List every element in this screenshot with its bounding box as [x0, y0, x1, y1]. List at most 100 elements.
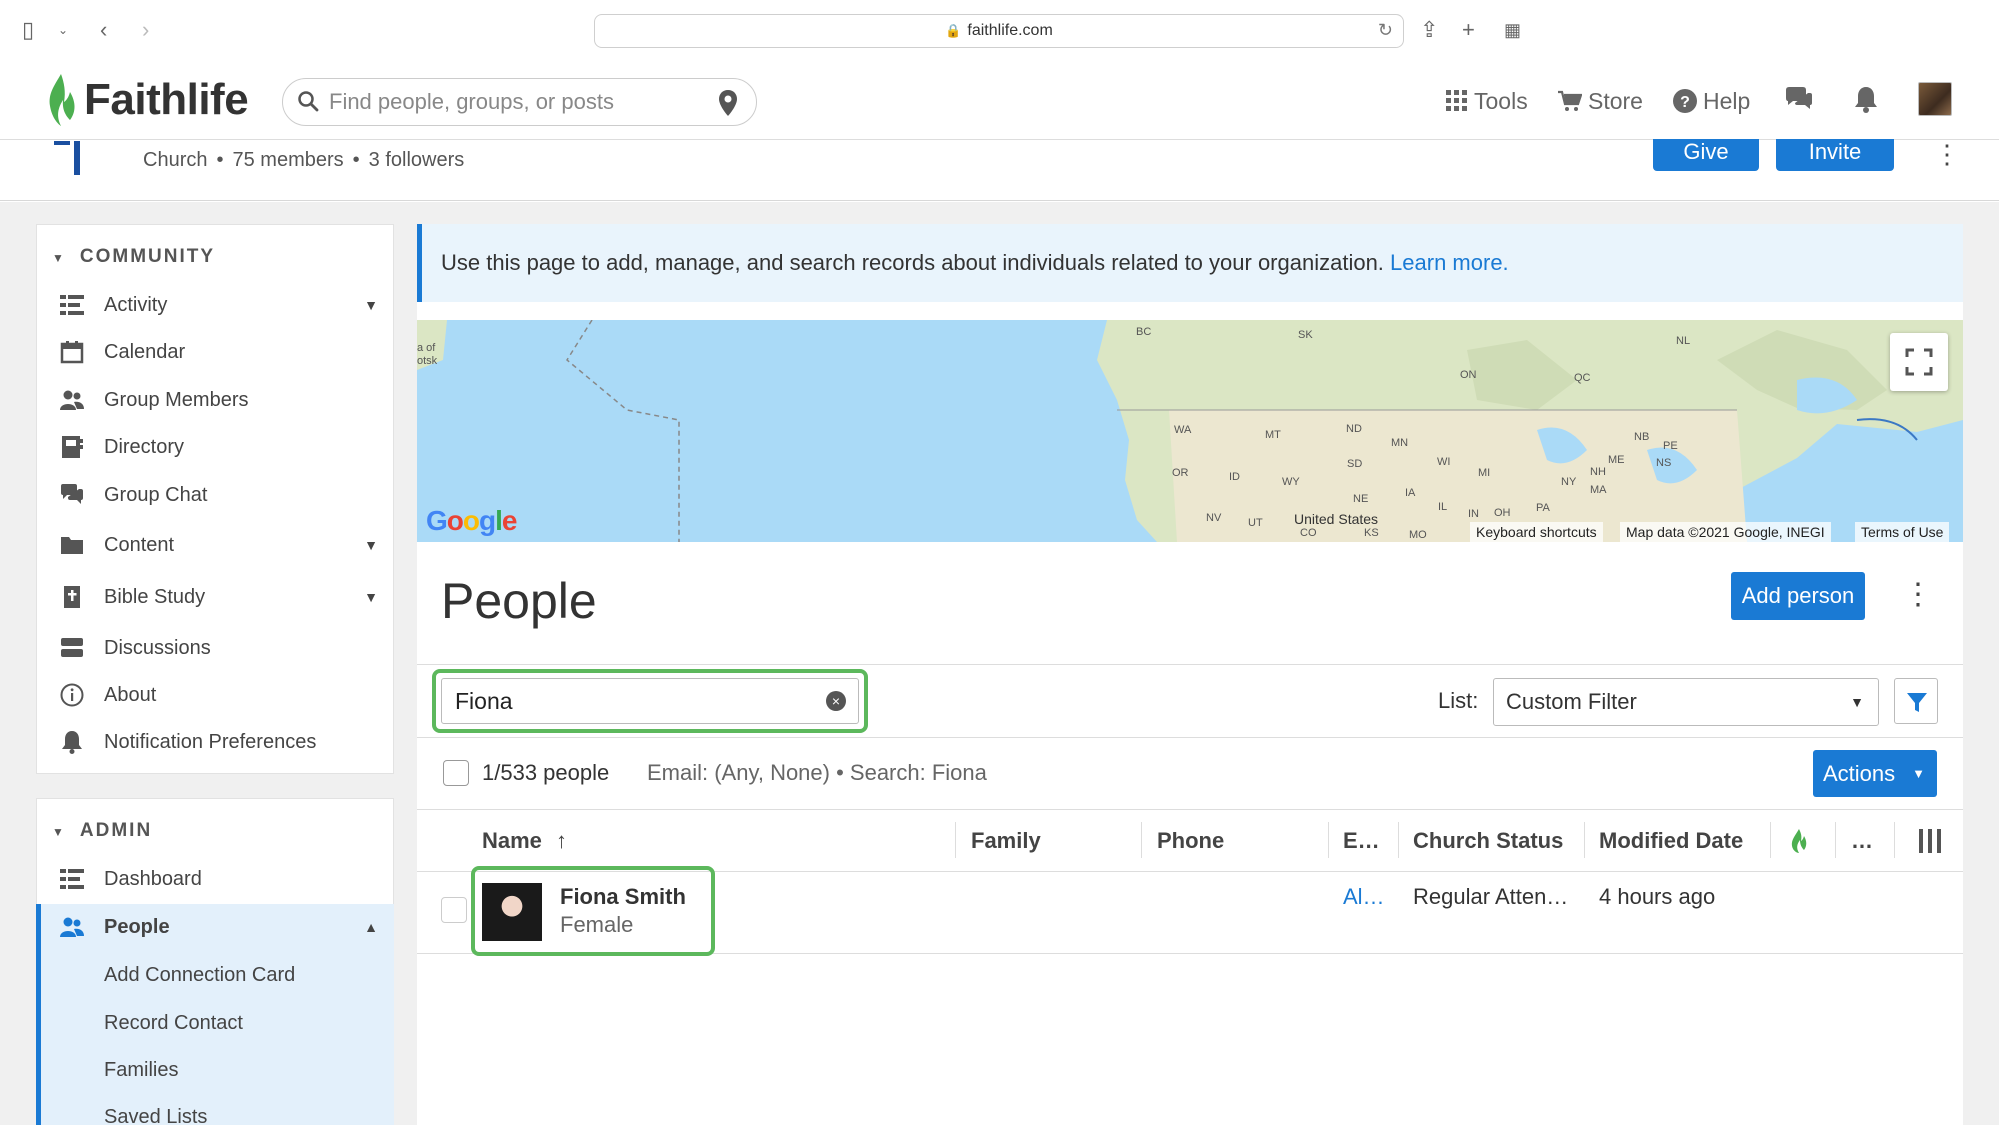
people-icon — [60, 917, 84, 937]
keyboard-shortcuts-link[interactable]: Keyboard shortcuts — [1470, 522, 1603, 542]
map-label: CO — [1300, 527, 1317, 539]
clear-search-icon[interactable]: × — [826, 691, 846, 711]
sidebar-item-dashboard[interactable]: Dashboard — [36, 856, 394, 902]
select-all-checkbox[interactable] — [443, 760, 469, 786]
sidebar-item-label: People — [104, 915, 170, 938]
column-settings-icon[interactable] — [1918, 828, 1942, 854]
global-search[interactable] — [282, 78, 757, 126]
sidebar-item-content[interactable]: Content ▼ — [36, 522, 394, 568]
sidebar-item-bible-study[interactable]: Bible Study ▼ — [36, 574, 394, 620]
reload-icon[interactable]: ↻ — [1378, 15, 1393, 46]
faithlife-logo[interactable]: Faithlife — [44, 70, 249, 130]
chat-icon[interactable] — [1784, 86, 1814, 112]
column-header-more[interactable]: … — [1851, 828, 1873, 854]
submenu-record-contact[interactable]: Record Contact — [104, 1012, 243, 1035]
sidebar-toggle-icon[interactable]: ▯ — [22, 16, 34, 44]
column-header-email[interactable]: E… — [1343, 828, 1380, 854]
bible-icon — [64, 586, 80, 608]
map-label: ND — [1346, 423, 1362, 435]
tab-overview-icon[interactable]: ▦ — [1504, 16, 1521, 44]
row-checkbox[interactable] — [441, 897, 467, 923]
faithlife-flame-icon[interactable] — [1789, 828, 1809, 854]
user-avatar[interactable] — [1918, 82, 1952, 116]
invite-button[interactable]: Invite — [1776, 139, 1894, 171]
chevron-down-icon[interactable]: ▼ — [364, 537, 378, 553]
column-divider[interactable] — [1770, 822, 1771, 858]
share-icon[interactable]: ⇪ — [1420, 16, 1438, 44]
forward-icon[interactable]: › — [142, 16, 149, 44]
chevron-down-icon[interactable]: ▼ — [364, 297, 378, 313]
dashboard-icon — [60, 869, 84, 889]
people-search[interactable]: × — [441, 678, 859, 724]
column-divider[interactable] — [1141, 822, 1142, 858]
column-divider[interactable] — [1894, 822, 1895, 858]
terms-of-use-link[interactable]: Terms of Use — [1855, 522, 1950, 542]
google-logo: Google — [426, 505, 517, 536]
nav-tools[interactable]: Tools — [1446, 84, 1528, 118]
sidebar-item-calendar[interactable]: Calendar — [36, 329, 394, 375]
give-button[interactable]: Give — [1653, 139, 1759, 171]
column-header-label: Name — [482, 828, 542, 853]
search-icon — [298, 91, 319, 112]
sidebar-item-group-chat[interactable]: Group Chat — [36, 472, 394, 518]
give-label: Give — [1683, 139, 1729, 164]
map-label: ID — [1229, 471, 1240, 483]
back-icon[interactable]: ‹ — [100, 16, 107, 44]
list-select[interactable]: Custom Filter ▼ — [1493, 678, 1879, 726]
column-header-family[interactable]: Family — [971, 828, 1041, 854]
new-tab-icon[interactable]: + — [1462, 16, 1475, 44]
address-bar[interactable]: 🔒 faithlife.com ↻ — [594, 14, 1404, 48]
nav-store[interactable]: Store — [1558, 84, 1643, 118]
submenu-families[interactable]: Families — [104, 1059, 178, 1082]
group-more-icon[interactable]: ⋮ — [1934, 141, 1960, 167]
sidebar-item-notification-preferences[interactable]: Notification Preferences — [36, 719, 394, 765]
chevron-up-icon[interactable]: ▲ — [364, 919, 378, 935]
submenu-saved-lists[interactable]: Saved Lists — [104, 1106, 207, 1125]
community-section-toggle[interactable]: ▼ COMMUNITY — [52, 246, 215, 268]
chevron-down-icon[interactable]: ⌄ — [58, 16, 68, 44]
learn-more-link[interactable]: Learn more. — [1390, 250, 1509, 275]
sidebar-item-people[interactable]: People ▲ — [36, 904, 394, 950]
column-header-phone[interactable]: Phone — [1157, 828, 1224, 854]
sidebar-item-activity[interactable]: Activity ▼ — [36, 282, 394, 328]
nav-tools-label: Tools — [1474, 87, 1528, 114]
svg-text:?: ? — [1680, 94, 1690, 111]
location-pin-icon[interactable] — [718, 89, 738, 117]
group-followers-count[interactable]: 3 followers — [369, 149, 465, 171]
column-divider[interactable] — [1328, 822, 1329, 858]
map-label: PA — [1536, 502, 1550, 514]
nav-help[interactable]: ? Help — [1673, 84, 1750, 118]
chevron-down-icon[interactable]: ▼ — [364, 589, 378, 605]
filter-button[interactable] — [1894, 678, 1938, 724]
map-label: BC — [1136, 326, 1152, 338]
group-type: Church — [143, 149, 208, 171]
more-options-icon[interactable]: ⋮ — [1903, 580, 1933, 610]
sidebar-item-directory[interactable]: Directory — [36, 424, 394, 470]
person-name[interactable]: Fiona Smith — [560, 884, 686, 910]
admin-section-toggle[interactable]: ▼ ADMIN — [52, 820, 152, 842]
person-email[interactable]: Al… — [1343, 884, 1385, 910]
add-person-button[interactable]: Add person — [1731, 572, 1865, 620]
column-divider[interactable] — [955, 822, 956, 858]
sidebar-item-about[interactable]: About — [36, 672, 394, 718]
column-header-church-status[interactable]: Church Status — [1413, 828, 1563, 854]
bell-icon[interactable] — [1853, 86, 1879, 114]
map-fullscreen-button[interactable] — [1890, 333, 1948, 391]
global-search-input[interactable] — [329, 85, 689, 119]
actions-button[interactable]: Actions ▼ — [1813, 750, 1937, 797]
people-search-input[interactable] — [455, 686, 795, 716]
column-header-modified-date[interactable]: Modified Date — [1599, 828, 1743, 854]
group-logo-icon[interactable] — [52, 141, 88, 177]
sidebar-item-group-members[interactable]: Group Members — [36, 377, 394, 423]
sidebar-item-label: Bible Study — [104, 585, 206, 608]
column-header-name[interactable]: Name ↑ — [482, 828, 567, 854]
column-divider[interactable] — [1835, 822, 1836, 858]
group-members-count[interactable]: 75 members — [233, 149, 344, 171]
column-divider[interactable] — [1398, 822, 1399, 858]
sidebar-item-label: Content — [104, 533, 175, 556]
person-avatar[interactable] — [482, 883, 542, 941]
map-label: UT — [1248, 517, 1263, 529]
submenu-add-connection-card[interactable]: Add Connection Card — [104, 964, 295, 987]
sidebar-item-discussions[interactable]: Discussions — [36, 625, 394, 671]
column-divider[interactable] — [1584, 822, 1585, 858]
